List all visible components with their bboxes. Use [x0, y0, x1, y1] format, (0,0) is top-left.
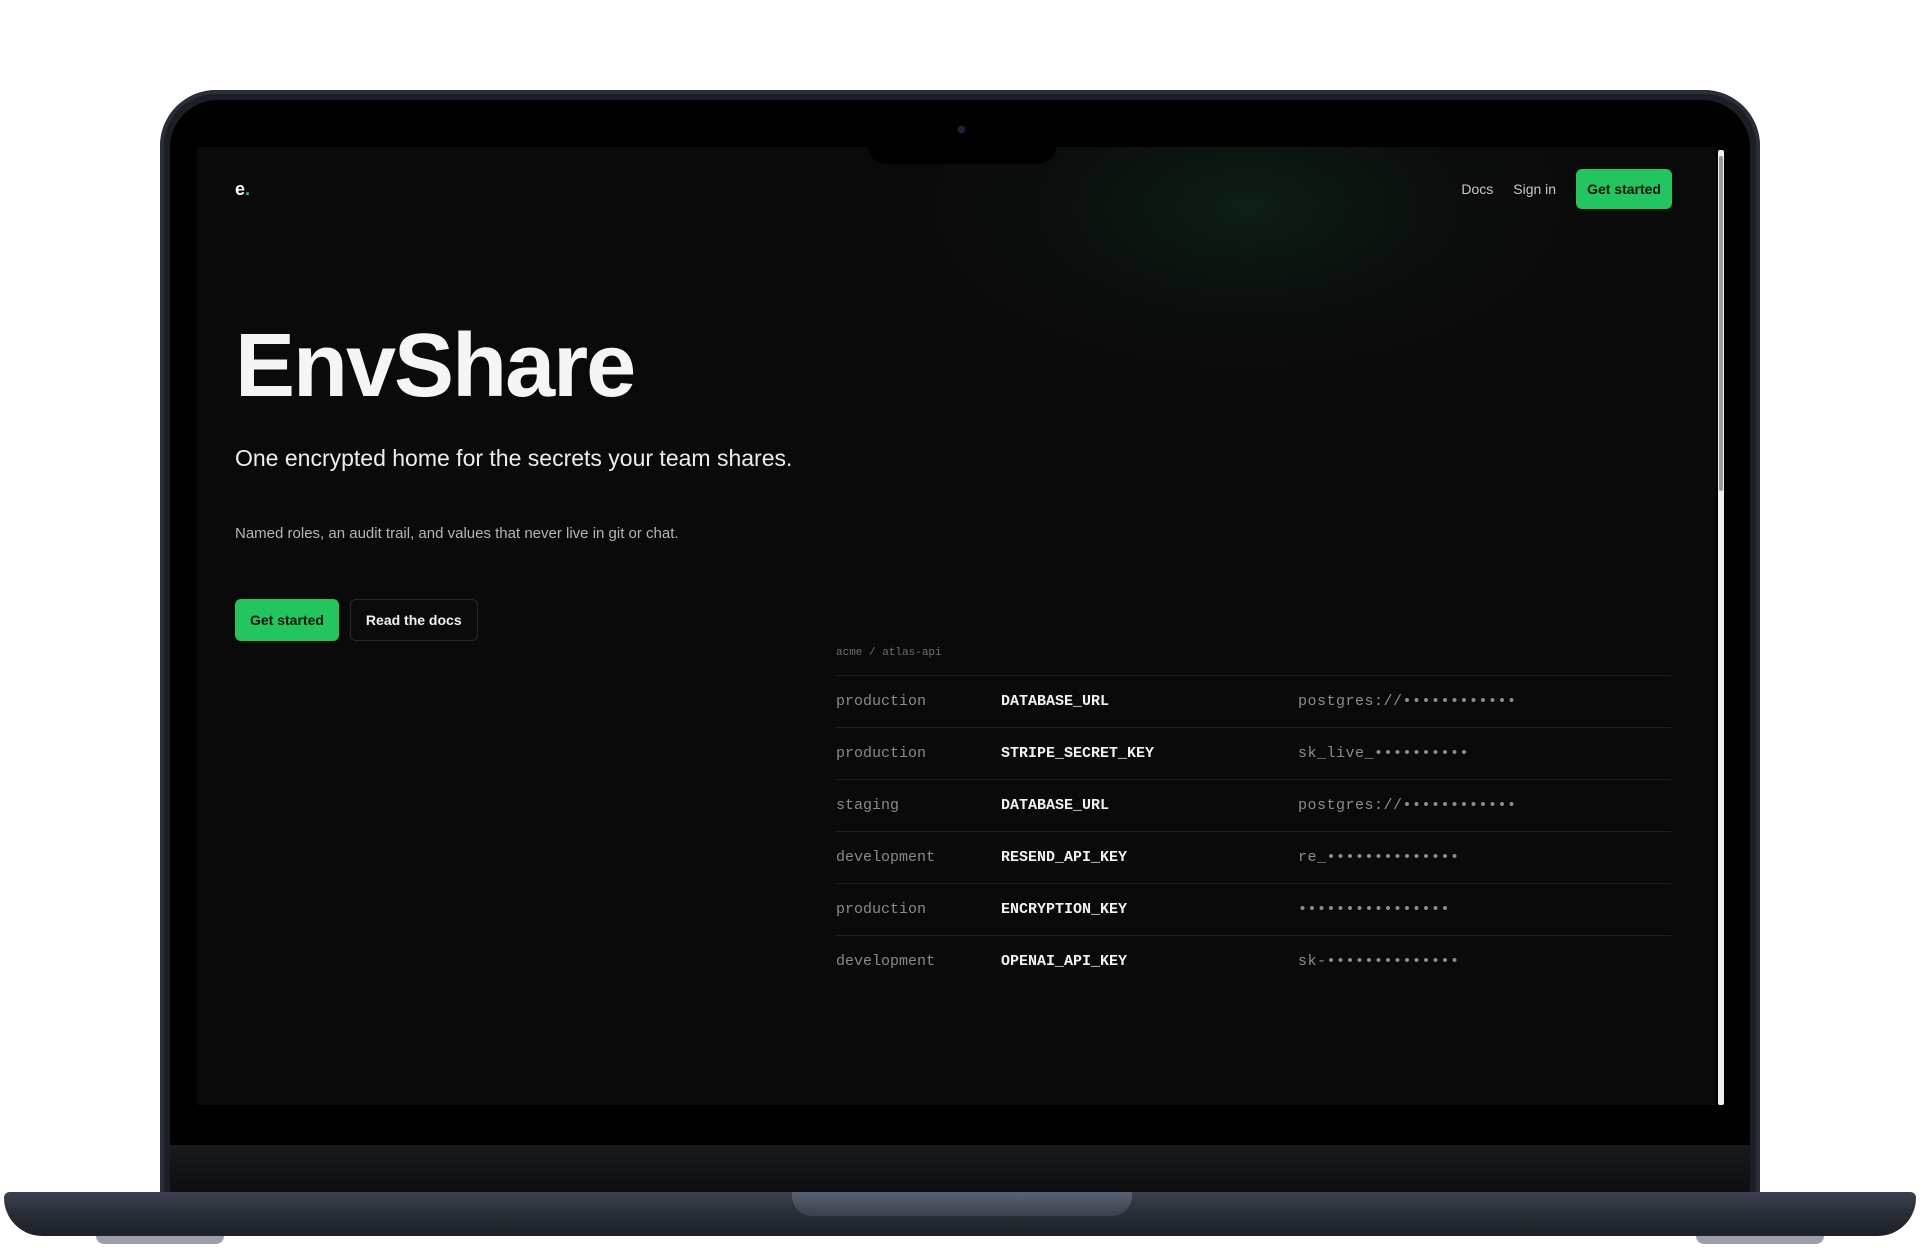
laptop-opening-notch	[792, 1192, 1132, 1216]
secret-value: sk-••••••••••••••	[1298, 953, 1460, 970]
logo[interactable]: e.	[235, 179, 250, 200]
secret-key: OPENAI_API_KEY	[1001, 953, 1128, 970]
project-breadcrumb: acme / atlas-api	[836, 647, 942, 659]
secret-environment: production	[836, 693, 927, 710]
laptop-foot-right	[1696, 1236, 1824, 1244]
secret-key: STRIPE_SECRET_KEY	[1001, 745, 1155, 762]
hero-description: Named roles, an audit trail, and values …	[235, 525, 679, 542]
laptop-chin	[170, 1145, 1750, 1192]
secret-key: DATABASE_URL	[1001, 693, 1110, 710]
secret-row: production ENCRYPTION_KEY ••••••••••••••…	[836, 883, 1671, 935]
laptop-foot-left	[96, 1236, 224, 1244]
secret-environment: development	[836, 953, 936, 970]
secret-row: development RESEND_API_KEY re_••••••••••…	[836, 831, 1671, 883]
secret-environment: development	[836, 849, 936, 866]
hero-get-started-button[interactable]: Get started	[235, 599, 339, 641]
secret-environment: production	[836, 745, 927, 762]
secret-value: sk_live_••••••••••	[1298, 745, 1470, 762]
nav-get-started-button[interactable]: Get started	[1576, 169, 1672, 209]
secret-row: staging DATABASE_URL postgres://••••••••…	[836, 779, 1671, 831]
top-nav: Docs Sign in Get started	[1461, 169, 1672, 209]
secret-row: production STRIPE_SECRET_KEY sk_live_•••…	[836, 727, 1671, 779]
secret-value: postgres://••••••••••••	[1298, 693, 1517, 710]
sign-in-link[interactable]: Sign in	[1513, 181, 1556, 197]
secret-environment: production	[836, 901, 927, 918]
secret-environment: staging	[836, 797, 900, 814]
read-docs-button[interactable]: Read the docs	[349, 599, 478, 641]
logo-dot: .	[245, 179, 251, 199]
scrollbar-thumb[interactable]	[1719, 156, 1723, 491]
hero-title: EnvShare	[235, 316, 636, 416]
camera-icon	[958, 126, 965, 133]
secret-value: re_••••••••••••••	[1298, 849, 1460, 866]
secret-value: ••••••••••••••••	[1298, 901, 1451, 918]
secret-key: RESEND_API_KEY	[1001, 849, 1128, 866]
hero-actions: Get started Read the docs	[235, 599, 478, 641]
secrets-list: production DATABASE_URL postgres://•••••…	[836, 675, 1671, 987]
secret-row: production DATABASE_URL postgres://•••••…	[836, 675, 1671, 727]
secret-row: development OPENAI_API_KEY sk-••••••••••…	[836, 935, 1671, 987]
secret-key: ENCRYPTION_KEY	[1001, 901, 1128, 918]
hero-subtitle: One encrypted home for the secrets your …	[235, 445, 793, 471]
secrets-preview: acme / atlas-api production DATABASE_URL…	[836, 647, 1671, 987]
logo-letter: e	[235, 179, 246, 199]
secret-value: postgres://••••••••••••	[1298, 797, 1517, 814]
secret-key: DATABASE_URL	[1001, 797, 1110, 814]
docs-link[interactable]: Docs	[1461, 181, 1493, 197]
browser-viewport: e. Docs Sign in Get started EnvShare One…	[197, 147, 1716, 1105]
